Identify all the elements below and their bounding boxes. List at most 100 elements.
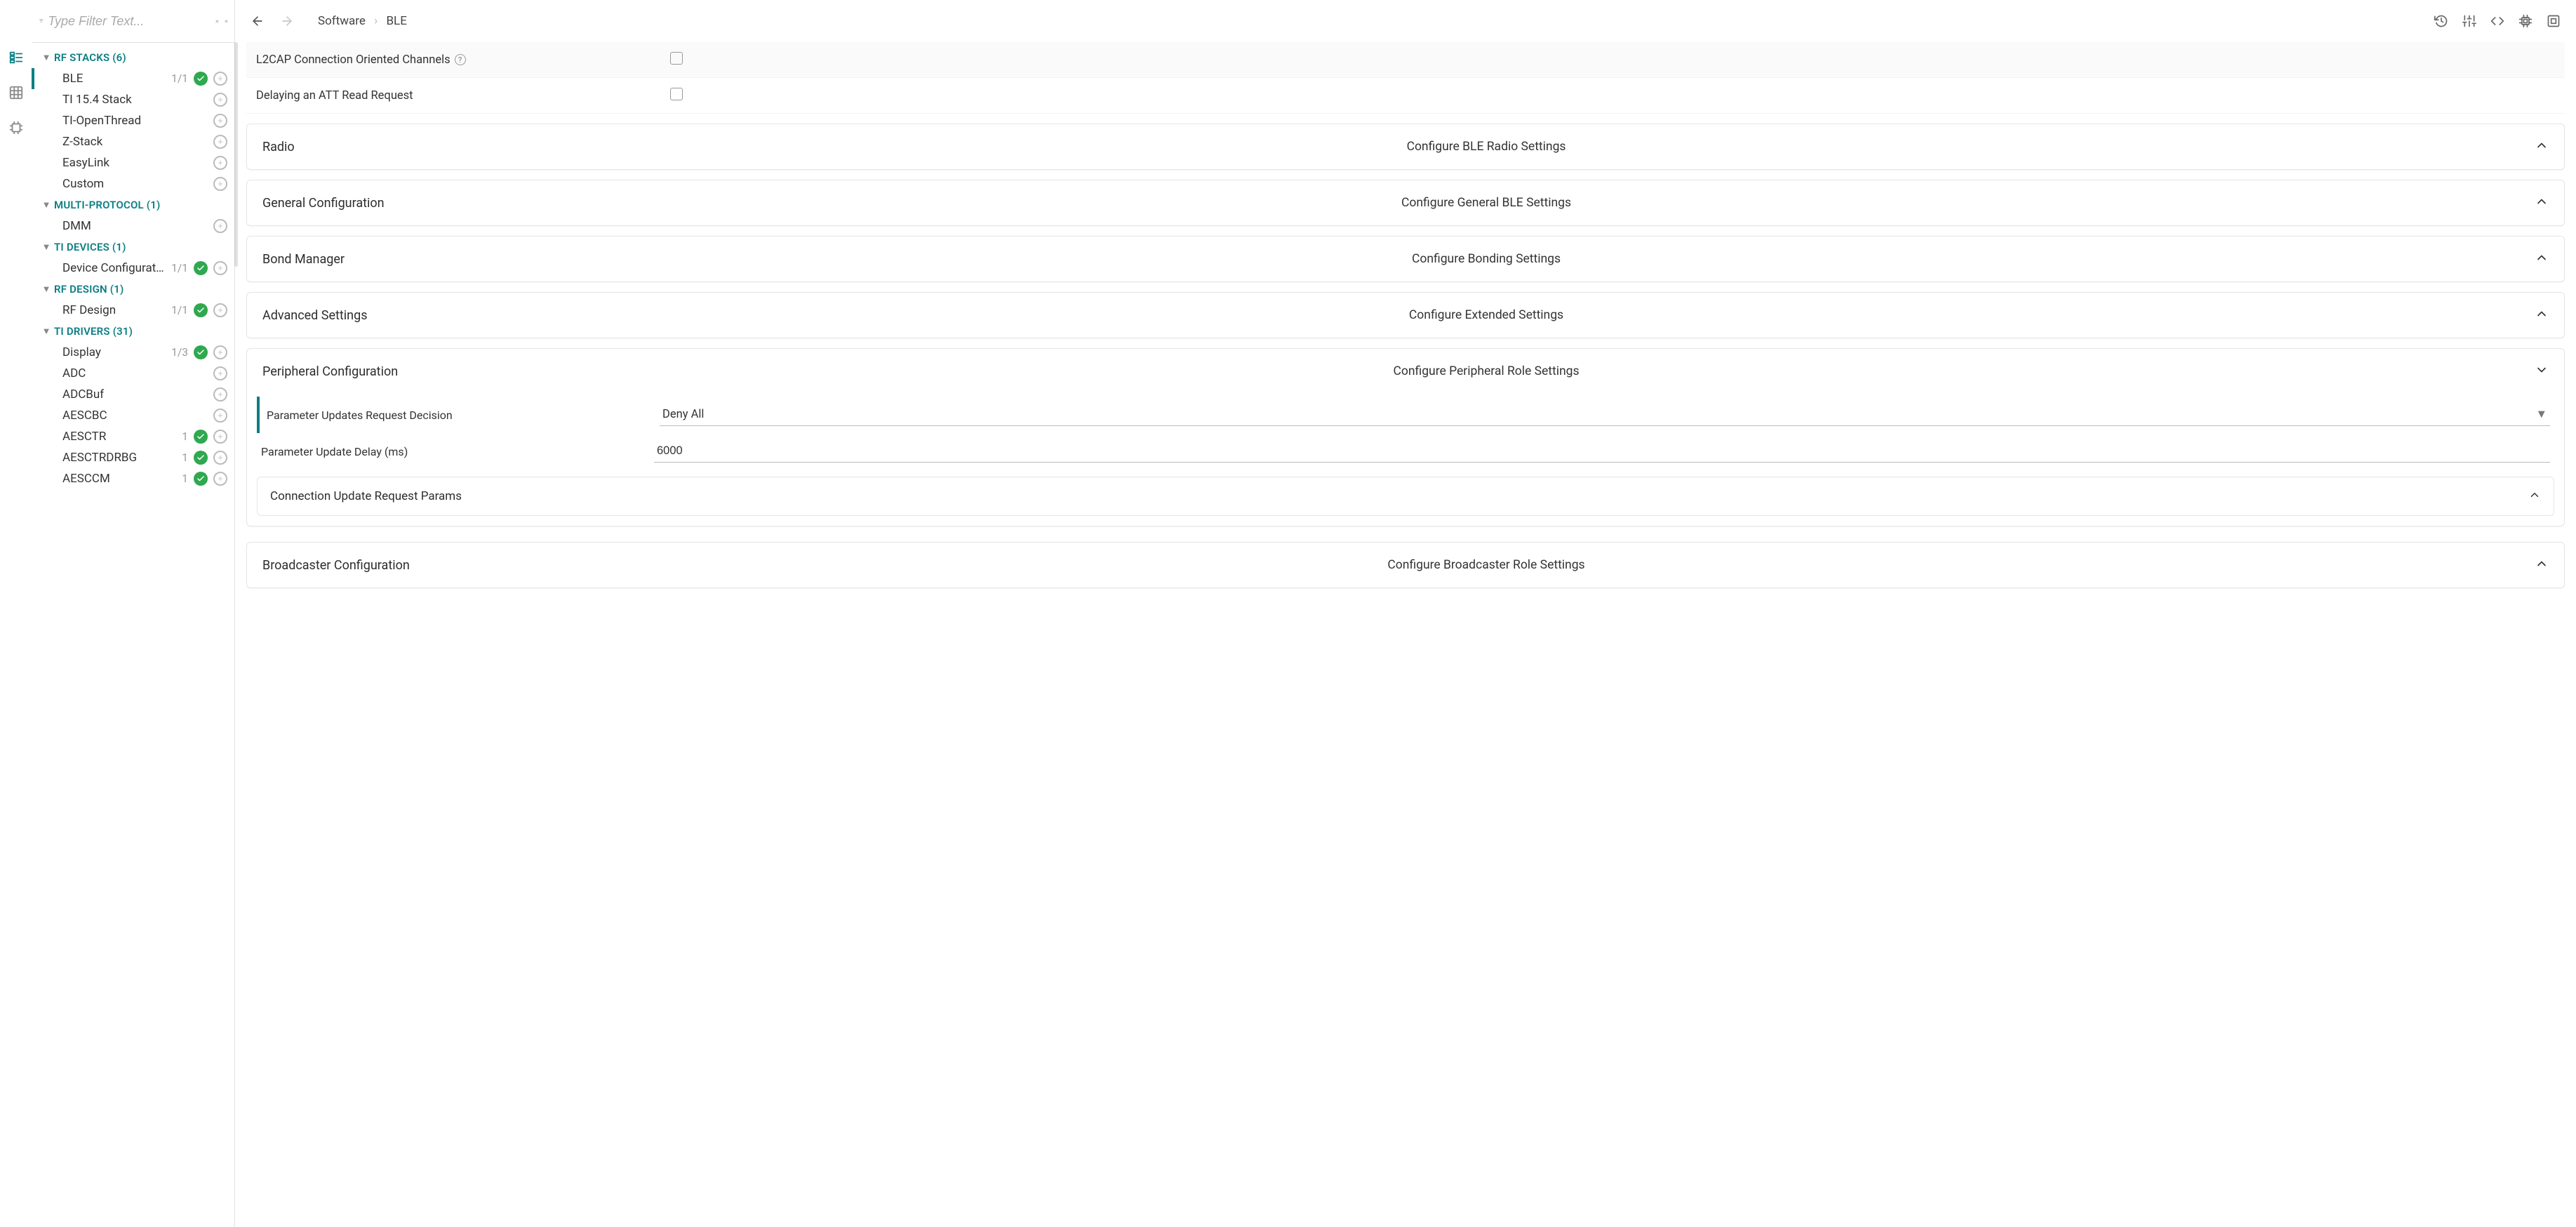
panel-subtitle: Configure Peripheral Role Settings	[438, 364, 2535, 378]
panel-title: Peripheral Configuration	[262, 364, 438, 379]
rail-chip-icon[interactable]	[8, 119, 25, 136]
group-header[interactable]: ▼TI DRIVERS (31)	[32, 321, 234, 342]
group-label: TI DEVICES (1)	[54, 241, 126, 253]
tree-item-label: AESCTR	[62, 430, 182, 444]
add-icon[interactable]	[213, 472, 227, 486]
board-icon[interactable]	[2544, 11, 2563, 31]
nav-forward-icon	[277, 11, 297, 31]
tree-item[interactable]: AESCTRDRBG1	[32, 447, 234, 468]
group-header[interactable]: ▼RF STACKS (6)	[32, 47, 234, 68]
tree-item-badge: 1/1	[171, 262, 188, 274]
field-label: Parameter Updates Request Decision	[267, 409, 660, 422]
add-icon[interactable]	[213, 430, 227, 444]
add-icon[interactable]	[213, 156, 227, 170]
tree-item[interactable]: Device Configurat…1/1	[32, 258, 234, 279]
tree-item[interactable]: DMM	[32, 215, 234, 237]
nav-back-icon[interactable]	[248, 11, 267, 31]
panel-header[interactable]: Broadcaster Configuration Configure Broa…	[247, 543, 2564, 588]
checkbox[interactable]	[670, 52, 683, 65]
field-row: Parameter Updates Request Decision Deny …	[257, 397, 2554, 433]
panel-header[interactable]: Bond ManagerConfigure Bonding Settings	[247, 237, 2564, 281]
filter-row	[32, 0, 234, 42]
filter-input[interactable]	[48, 8, 211, 34]
tree-item[interactable]: TI-OpenThread	[32, 110, 234, 131]
select-value: Deny All	[662, 408, 2536, 421]
add-icon[interactable]	[213, 114, 227, 128]
group-header[interactable]: ▼TI DEVICES (1)	[32, 237, 234, 258]
sliders-icon[interactable]	[2460, 11, 2479, 31]
tree-item-label: TI 15.4 Stack	[62, 93, 213, 107]
chevron-up-icon	[2528, 489, 2541, 504]
tree-item[interactable]: Custom	[32, 173, 234, 194]
group-label: RF DESIGN (1)	[54, 283, 124, 296]
breadcrumb-separator-icon: ›	[374, 14, 378, 28]
add-icon[interactable]	[213, 219, 227, 233]
clear-filter-icon[interactable]	[215, 13, 220, 29]
rail-list-icon[interactable]	[8, 49, 25, 66]
chevron-up-icon	[2535, 251, 2549, 267]
tree-item[interactable]: EasyLink	[32, 152, 234, 173]
tree-item-badge: 1	[182, 430, 188, 443]
group-header[interactable]: ▼MULTI-PROTOCOL (1)	[32, 194, 234, 215]
tree-item[interactable]: RF Design1/1	[32, 300, 234, 321]
code-icon[interactable]	[2488, 11, 2507, 31]
history-icon[interactable]	[2431, 11, 2451, 31]
decision-select[interactable]: Deny All ▼	[660, 404, 2550, 426]
left-rail	[0, 0, 32, 1227]
tree-item[interactable]: Display1/3	[32, 342, 234, 363]
panel-title: Radio	[262, 140, 438, 154]
setting-label: Delaying an ATT Read Request	[256, 89, 413, 102]
tree-item[interactable]: AESCTR1	[32, 426, 234, 447]
tree-item[interactable]: TI 15.4 Stack	[32, 89, 234, 110]
tree-item-label: AESCCM	[62, 472, 182, 486]
tree-item-label: ADC	[62, 366, 213, 380]
check-icon	[194, 345, 208, 359]
breadcrumb-root[interactable]: Software	[318, 14, 366, 28]
add-icon[interactable]	[213, 366, 227, 380]
panel-title: Advanced Settings	[262, 308, 438, 323]
tree-item-badge: 1/1	[171, 72, 188, 85]
add-icon[interactable]	[213, 387, 227, 402]
tree-item[interactable]: ADCBuf	[32, 384, 234, 405]
tree-item[interactable]: ADC	[32, 363, 234, 384]
add-icon[interactable]	[213, 135, 227, 149]
tree-item-label: DMM	[62, 219, 213, 233]
peripheral-panel: Peripheral Configuration Configure Perip…	[246, 348, 2565, 526]
group-label: MULTI-PROTOCOL (1)	[54, 199, 160, 211]
group-header[interactable]: ▼RF DESIGN (1)	[32, 279, 234, 300]
add-icon[interactable]	[213, 72, 227, 86]
add-icon[interactable]	[213, 177, 227, 191]
add-icon[interactable]	[213, 345, 227, 359]
collapse-sidebar-icon[interactable]	[224, 13, 229, 29]
rail-grid-icon[interactable]	[8, 84, 25, 101]
tree-item[interactable]: Z-Stack	[32, 131, 234, 152]
panel-header[interactable]: General ConfigurationConfigure General B…	[247, 180, 2564, 225]
delay-input[interactable]	[654, 440, 2550, 463]
tree-item[interactable]: AESCCM1	[32, 468, 234, 489]
panel-header[interactable]: RadioConfigure BLE Radio Settings	[247, 124, 2564, 169]
group-label: TI DRIVERS (31)	[54, 325, 133, 338]
panel-header[interactable]: Peripheral Configuration Configure Perip…	[247, 349, 2564, 394]
add-icon[interactable]	[213, 409, 227, 423]
panel-header[interactable]: Advanced SettingsConfigure Extended Sett…	[247, 293, 2564, 338]
checkbox[interactable]	[670, 88, 683, 100]
check-icon	[194, 451, 208, 465]
tree-item[interactable]: AESCBC	[32, 405, 234, 426]
main: Software › BLE L2CAP Connection Oriented…	[235, 0, 2576, 1227]
add-icon[interactable]	[213, 261, 227, 275]
check-icon	[194, 303, 208, 317]
panel-title: Connection Update Request Params	[270, 489, 2528, 503]
tree-item-badge: 1/3	[171, 346, 188, 359]
cpu-icon[interactable]	[2516, 11, 2535, 31]
content: L2CAP Connection Oriented Channels ? Del…	[235, 42, 2576, 1227]
panel-header[interactable]: Connection Update Request Params	[258, 477, 2554, 515]
setting-label: L2CAP Connection Oriented Channels	[256, 53, 451, 67]
add-icon[interactable]	[213, 451, 227, 465]
caret-down-icon: ▼	[40, 326, 53, 337]
add-icon[interactable]	[213, 93, 227, 107]
panel-subtitle: Configure Broadcaster Role Settings	[438, 558, 2535, 572]
add-icon[interactable]	[213, 303, 227, 317]
tree-item[interactable]: BLE1/1	[32, 68, 234, 89]
help-icon[interactable]: ?	[455, 54, 466, 65]
breadcrumb: Software › BLE	[318, 14, 407, 28]
